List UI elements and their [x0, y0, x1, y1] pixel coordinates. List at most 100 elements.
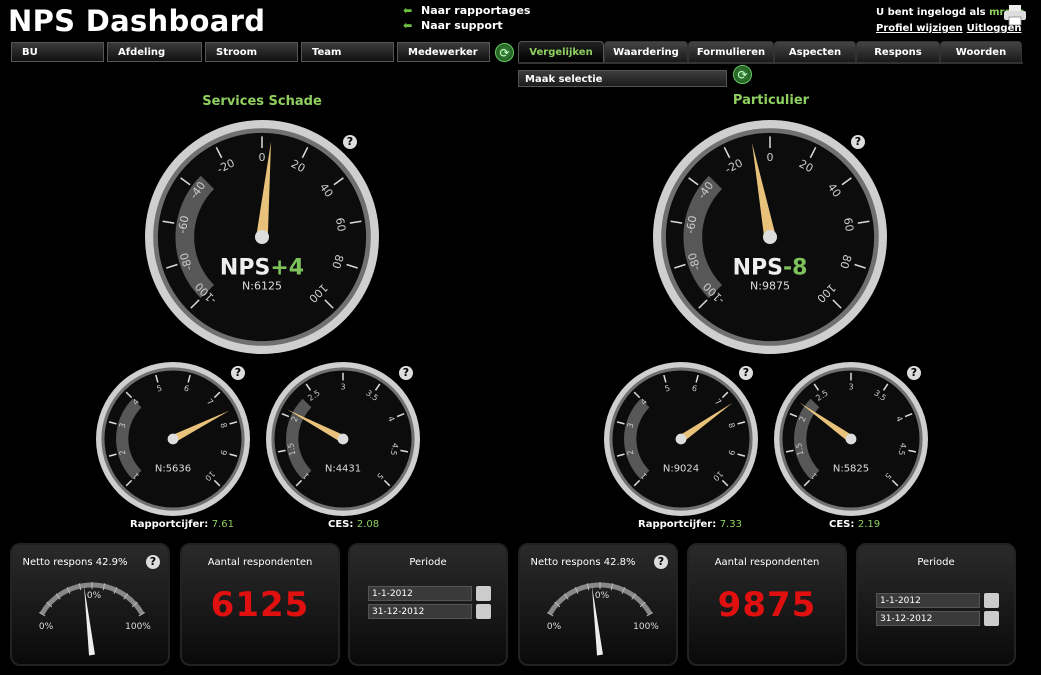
help-icon[interactable]: ?: [654, 555, 668, 569]
filter-bu[interactable]: BU: [11, 42, 104, 62]
respondenten-value: 6125: [210, 585, 310, 625]
help-icon[interactable]: ?: [739, 366, 753, 380]
gauge-hub: [337, 433, 349, 445]
netto-meter: 0% 0% 100%: [547, 582, 659, 656]
gauge-count: N:6125: [242, 280, 282, 293]
left-periode-panel: Periode 1-1-2012 31-12-2012: [348, 543, 508, 666]
gauge-hub: [167, 433, 179, 445]
periode-title: Periode: [409, 557, 447, 568]
netto-title: Netto respons 42.8%: [530, 557, 636, 568]
right-rapport-caption: Rapportcijfer: 7.33: [638, 519, 742, 530]
gauge-count: N:5636: [155, 463, 191, 474]
caption-value: 2.19: [857, 519, 881, 530]
filter-medewerker[interactable]: Medewerker: [397, 42, 490, 62]
filter-afdeling[interactable]: Afdeling: [107, 42, 202, 62]
gauge-tick-label: 0: [767, 151, 774, 164]
end-date-field[interactable]: 31-12-2012: [368, 604, 472, 619]
tab-vergelijken[interactable]: Vergelijken: [518, 41, 604, 63]
arrow-left-icon: ⬅: [403, 19, 413, 32]
help-icon[interactable]: ?: [231, 366, 245, 380]
tab-waardering[interactable]: Waardering: [604, 41, 688, 63]
filter-team[interactable]: Team: [301, 42, 394, 62]
link-rapportages[interactable]: ⬅ Naar rapportages: [403, 3, 530, 18]
caption-label: Rapportcijfer:: [130, 519, 209, 530]
caption-value: 7.61: [211, 519, 234, 530]
caption-label: Rapportcijfer:: [638, 519, 717, 530]
periode-title: Periode: [917, 557, 955, 568]
netto-max-label: 100%: [125, 622, 151, 632]
right-section-title: Particulier: [732, 93, 810, 108]
nps-label: NPS+4: [220, 255, 304, 280]
left-rapport-gauge: 12345 678910N:5636: [96, 362, 250, 516]
respondenten-title: Aantal respondenten: [207, 557, 313, 568]
right-ces-gauge: 11.522.533.544.55N:5825: [774, 362, 928, 516]
left-ces-gauge: 11.522.533.544.55N:4431: [266, 362, 420, 516]
gauge-hub: [675, 433, 687, 445]
left-netto-panel: Netto respons 42.9% ? 0% 0% 100%: [10, 543, 170, 666]
link-support-label: Naar support: [421, 19, 503, 32]
netto-mid-label: 0%: [87, 591, 102, 601]
end-date-field[interactable]: 31-12-2012: [876, 611, 980, 626]
tab-respons[interactable]: Respons: [856, 41, 940, 63]
help-icon[interactable]: ?: [907, 366, 921, 380]
right-ces-caption: CES: 2.19: [829, 519, 880, 530]
caption-label: CES:: [328, 519, 354, 530]
link-support[interactable]: ⬅ Naar support: [403, 18, 530, 33]
right-nps-gauge: -100-80-60-40-20 0 20406080100NPS-8N:9875: [653, 120, 887, 354]
calendar-icon[interactable]: [476, 586, 491, 601]
left-section-title: Services Schade: [202, 94, 322, 109]
netto-min-label: 0%: [39, 622, 54, 632]
top-links: ⬅ Naar rapportages ⬅ Naar support: [403, 3, 530, 33]
netto-title: Netto respons 42.9%: [22, 557, 128, 568]
calendar-icon[interactable]: [476, 604, 491, 619]
help-icon[interactable]: ?: [146, 555, 160, 569]
gauge-count: N:5825: [833, 463, 869, 474]
right-periode-panel: Periode 1-1-2012 31-12-2012: [856, 543, 1016, 666]
filter-stroom[interactable]: Stroom: [205, 42, 298, 62]
selection-dropdown[interactable]: Maak selectie: [518, 70, 727, 87]
arrow-left-icon: ⬅: [403, 4, 413, 17]
gauge-tick-label: -60: [176, 215, 192, 235]
gauge-count: N:9875: [750, 280, 790, 293]
left-rapport-caption: Rapportcijfer: 7.61: [130, 519, 234, 530]
refresh-filters-icon[interactable]: ⟳: [495, 43, 514, 62]
tab-formulieren[interactable]: Formulieren: [688, 41, 774, 63]
help-icon[interactable]: ?: [399, 366, 413, 380]
profile-link[interactable]: Profiel wijzigen: [876, 23, 963, 34]
refresh-selection-icon[interactable]: ⟳: [733, 65, 752, 84]
calendar-icon[interactable]: [984, 593, 999, 608]
right-netto-panel: Netto respons 42.8% ? 0% 0% 100%: [518, 543, 678, 666]
gauge-hub: [254, 229, 270, 245]
tab-aspecten[interactable]: Aspecten: [774, 41, 856, 63]
gauge-hub: [845, 433, 857, 445]
printer-icon[interactable]: [1003, 4, 1027, 26]
caption-value: 7.33: [719, 519, 742, 530]
right-respondenten-panel: Aantal respondenten 9875: [687, 543, 847, 666]
gauge-hub: [762, 229, 778, 245]
help-icon[interactable]: ?: [343, 135, 357, 149]
gauge-tick-label: 0: [259, 151, 266, 164]
gauge-count: N:4431: [325, 463, 361, 474]
right-rapport-gauge: 12345 678910N:9024: [604, 362, 758, 516]
respondenten-value: 9875: [717, 585, 817, 625]
start-date-field[interactable]: 1-1-2012: [368, 586, 472, 601]
tab-woorden[interactable]: Woorden: [940, 41, 1022, 63]
gauge-tick-label: -60: [684, 215, 700, 235]
link-rapportages-label: Naar rapportages: [421, 4, 531, 17]
gauge-tick-label: 60: [841, 217, 856, 233]
calendar-icon[interactable]: [984, 611, 999, 626]
nps-label: NPS-8: [733, 255, 808, 280]
page-title: NPS Dashboard: [8, 4, 266, 38]
left-respondenten-panel: Aantal respondenten 6125: [180, 543, 340, 666]
netto-mid-label: 0%: [595, 591, 610, 601]
left-ces-caption: CES: 2.08: [328, 519, 379, 530]
gauge-tick-label: 60: [333, 217, 348, 233]
netto-meter: 0% 0% 100%: [39, 582, 151, 656]
netto-max-label: 100%: [633, 622, 659, 632]
help-icon[interactable]: ?: [851, 135, 865, 149]
respondenten-title: Aantal respondenten: [714, 557, 820, 568]
netto-min-label: 0%: [547, 622, 562, 632]
tab-divider: [518, 62, 1023, 64]
start-date-field[interactable]: 1-1-2012: [876, 593, 980, 608]
login-prefix: U bent ingelogd als: [876, 7, 986, 18]
